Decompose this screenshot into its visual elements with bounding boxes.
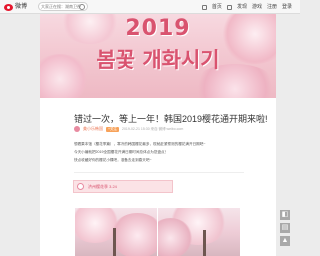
follow-button[interactable]: +关注	[106, 126, 120, 132]
author-name[interactable]: 美小乐韩国	[83, 126, 103, 132]
weibo-logo-icon	[4, 3, 13, 11]
article-banner: 2019 봄꽃 개화시기	[40, 14, 276, 98]
article-title: 错过一次，等上一年！韩国2019樱花通开期来啦!	[74, 114, 268, 124]
top-nav: 首页 发现 游戏 注册 登录	[201, 2, 292, 12]
article-card: 错过一次，等上一年！韩国2019樱花通开期来啦! 美小乐韩国 +关注 2019-…	[40, 98, 276, 256]
flower-icon	[77, 183, 84, 190]
cherry-blossom-photo-left[interactable]	[75, 208, 157, 256]
search-icon[interactable]	[79, 4, 85, 10]
search-input[interactable]	[41, 3, 81, 10]
feedback-icon: ▤	[281, 224, 289, 231]
topic-tag-label[interactable]: 济州樱花季 3.24	[88, 184, 117, 190]
article-body: 想看果本馆（樱花季篇），寒冷的韩国樱花最多，现就赶紧预测的樱花满开日期吧~ 今天…	[74, 142, 234, 166]
arrow-up-icon: ▲	[281, 237, 289, 244]
feedback-button[interactable]: ▤	[280, 223, 290, 233]
nav-login[interactable]: 登录	[282, 2, 292, 12]
floating-toolbar: ◧ ▤ ▲	[280, 210, 290, 249]
nav-game[interactable]: 游戏	[252, 2, 262, 12]
paragraph: 今天小编就把2019全国樱花开满日期时间总体点为您盘点！	[74, 150, 169, 154]
paragraph: 想看果本馆（樱花季篇），寒冷的韩国樱花最多，现就赶紧预测的樱花满开日期吧~	[74, 142, 206, 146]
top-bar: 微博 首页 发现 游戏 注册 登录	[0, 0, 300, 14]
banner-year: 2019	[125, 16, 191, 41]
paragraph: 快点收藏好你的樱花小棵吧，准备去走到春天吧~	[74, 158, 152, 162]
share-button[interactable]: ◧	[280, 210, 290, 220]
discover-icon[interactable]	[226, 4, 232, 10]
search-box[interactable]	[38, 2, 88, 11]
divider	[74, 172, 244, 173]
nav-register[interactable]: 注册	[267, 2, 277, 12]
banner-title: 봄꽃 개화시기	[96, 48, 220, 72]
home-icon[interactable]	[201, 4, 207, 10]
topic-tag[interactable]: 济州樱花季 3.24	[73, 180, 173, 193]
article-meta: 美小乐韩国 +关注	[74, 125, 120, 133]
nav-discover[interactable]: 发现	[237, 2, 247, 12]
avatar[interactable]	[74, 126, 80, 132]
weibo-logo[interactable]: 微博	[4, 2, 27, 12]
cherry-blossom-photo-right[interactable]	[158, 208, 240, 256]
nav-home[interactable]: 首页	[212, 2, 222, 12]
post-time: 2019-02-21 15:30 来自 微博 weibo.com	[122, 127, 184, 131]
back-to-top-button[interactable]: ▲	[280, 236, 290, 246]
logo-text: 微博	[15, 4, 28, 10]
share-icon: ◧	[281, 211, 289, 218]
